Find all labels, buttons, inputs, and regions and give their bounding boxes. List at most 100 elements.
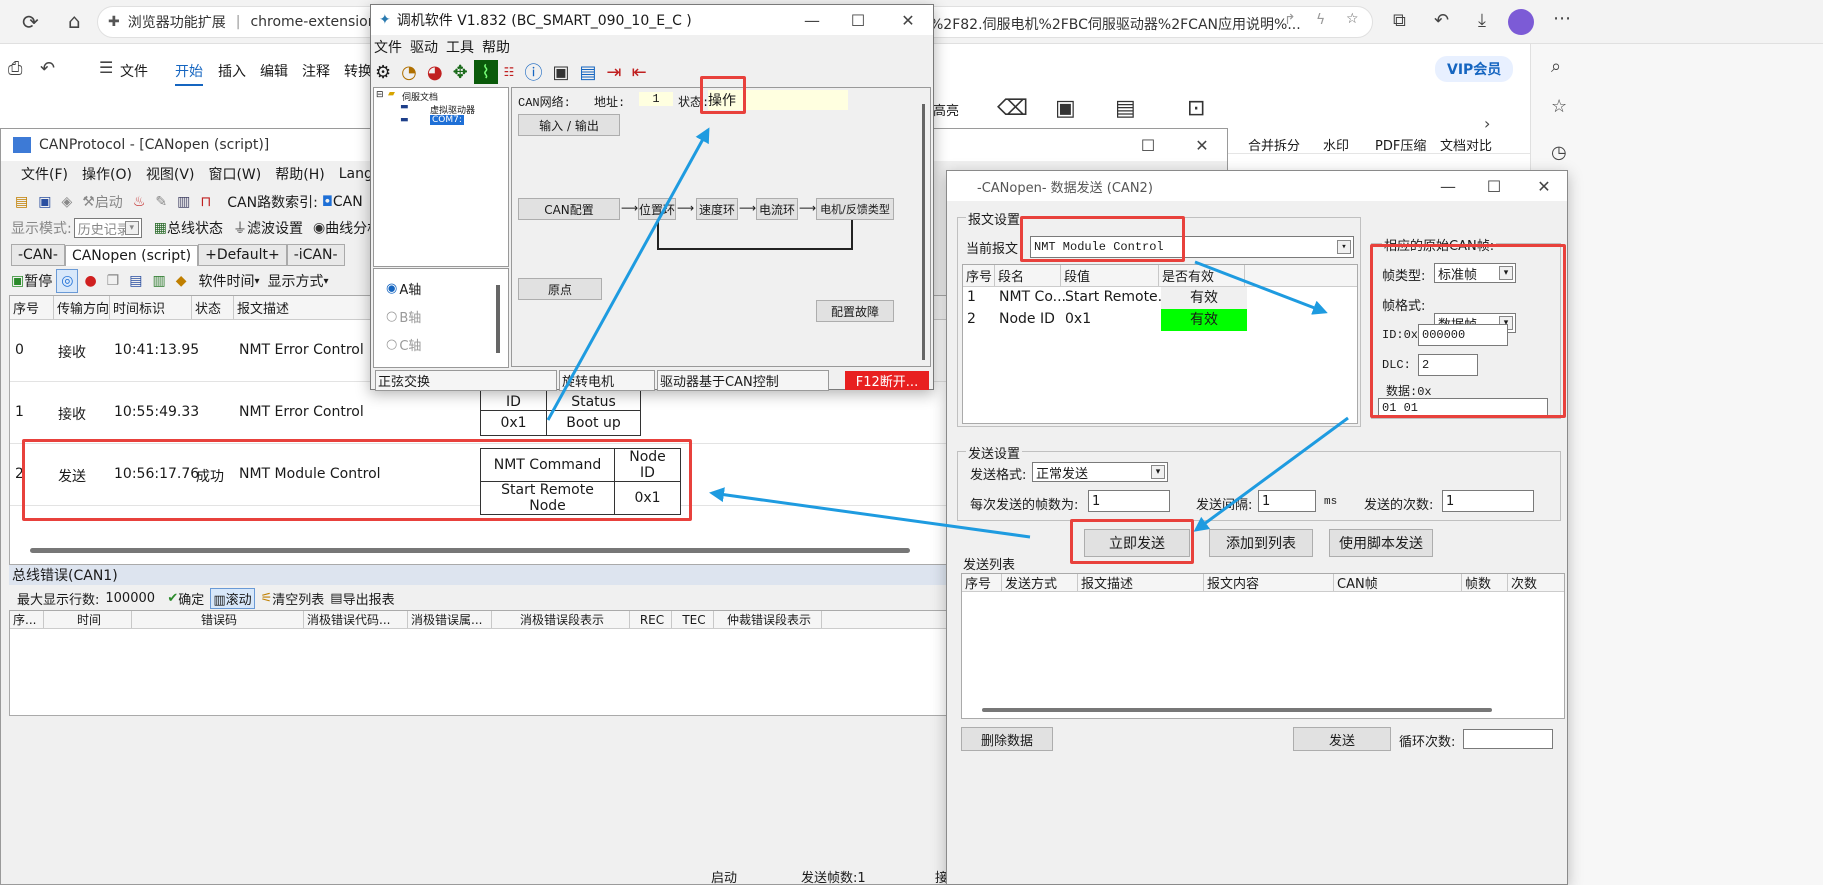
- close-icon[interactable]: ✕: [885, 5, 931, 35]
- merge-tool[interactable]: 合并拆分: [1248, 135, 1300, 154]
- upload-icon[interactable]: ⇥: [602, 60, 625, 84]
- export-report-button[interactable]: 导出报表: [343, 589, 395, 608]
- mode-select[interactable]: 历史记录 ▾: [73, 218, 142, 238]
- axis-b-radio[interactable]: ○ B轴: [386, 307, 421, 326]
- settings-icon[interactable]: ⚙: [371, 60, 395, 84]
- max-rows-input[interactable]: 100000: [105, 591, 161, 606]
- row-valid[interactable]: 有效: [1161, 309, 1247, 331]
- menu-file[interactable]: 文件: [120, 61, 148, 81]
- eraser-icon[interactable]: ⌫: [997, 96, 1028, 121]
- speedometer-icon[interactable]: ◕: [423, 60, 447, 84]
- highlight-tool[interactable]: 高亮: [933, 100, 959, 119]
- send-times-input[interactable]: 1: [1442, 490, 1534, 512]
- table-row[interactable]: 2 Node ID 0x1 有效: [963, 309, 1357, 331]
- compare-tool[interactable]: 文档对比: [1440, 135, 1492, 154]
- save-icon[interactable]: ▣: [34, 190, 55, 214]
- fault-config-button[interactable]: 配置故障: [816, 300, 894, 322]
- bus-status-button[interactable]: 总线状态: [167, 218, 223, 238]
- axis-a-radio[interactable]: ◉ A轴: [386, 279, 421, 298]
- tab-canopen[interactable]: CANopen (script): [64, 244, 199, 266]
- menu-icon[interactable]: ☰: [99, 58, 113, 77]
- menu-convert[interactable]: 转换: [344, 61, 372, 81]
- star-icon[interactable]: ☆: [1346, 11, 1359, 27]
- box-icon[interactable]: ◆: [172, 269, 191, 293]
- io-button[interactable]: 输入 / 输出: [518, 114, 620, 136]
- loop-count-input[interactable]: [1463, 729, 1553, 749]
- send-button[interactable]: 发送: [1293, 727, 1391, 751]
- bookmark-star-icon[interactable]: ☆: [1551, 96, 1567, 117]
- menu-operate[interactable]: 操作(O): [82, 164, 132, 184]
- current-loop-button[interactable]: 电流环: [756, 198, 798, 220]
- menu-drive[interactable]: 驱动: [410, 37, 438, 57]
- extensions-icon[interactable]: ⧉: [1393, 10, 1406, 31]
- gauge-icon[interactable]: ◔: [397, 60, 421, 84]
- avatar[interactable]: [1508, 9, 1534, 35]
- menu-start[interactable]: 开始: [175, 61, 203, 86]
- back-history-icon[interactable]: ↶: [1434, 10, 1449, 31]
- maximize-icon[interactable]: ☐: [1125, 129, 1171, 161]
- tab-can[interactable]: -CAN-: [11, 244, 65, 266]
- crop-icon[interactable]: ⊡: [1187, 96, 1205, 121]
- reload-icon[interactable]: ⟳: [22, 10, 39, 34]
- menu-help[interactable]: 帮助(H): [275, 164, 324, 184]
- bolt-icon[interactable]: ϟ: [1316, 12, 1325, 28]
- more-icon[interactable]: ⋯: [1553, 8, 1571, 29]
- print-icon[interactable]: ⎙: [8, 58, 22, 79]
- list-scrollbar[interactable]: [982, 708, 1492, 712]
- add-to-list-button[interactable]: 添加到列表: [1209, 529, 1313, 557]
- close-icon[interactable]: ✕: [1179, 129, 1225, 161]
- download-icon[interactable]: ⇤: [628, 60, 651, 84]
- save-icon[interactable]: ▣: [548, 60, 573, 84]
- send-format-select[interactable]: 正常发送 ▾: [1032, 462, 1168, 482]
- motor-feedback-button[interactable]: 电机/反馈类型: [816, 198, 894, 220]
- display-mode-button[interactable]: 显示方式: [268, 271, 324, 291]
- compress-tool[interactable]: PDF压缩: [1375, 135, 1426, 154]
- can-config-button[interactable]: CAN配置: [518, 198, 620, 220]
- row-valid[interactable]: 有效: [1161, 287, 1247, 309]
- menu-tools[interactable]: 工具: [446, 37, 474, 57]
- start-button[interactable]: ⚒ 启动: [78, 190, 127, 214]
- history-icon[interactable]: ◷: [1551, 142, 1567, 163]
- axis-scrollbar[interactable]: [496, 285, 500, 353]
- menu-window[interactable]: 窗口(W): [208, 164, 261, 184]
- move-icon[interactable]: ✥: [449, 60, 472, 84]
- share-icon[interactable]: ↱: [1284, 12, 1296, 28]
- menu-help[interactable]: 帮助: [482, 37, 510, 57]
- load-icon[interactable]: ▤: [575, 60, 600, 84]
- export-icon[interactable]: ▥: [148, 269, 169, 293]
- scope-icon[interactable]: ⌇: [473, 60, 498, 84]
- tag-icon[interactable]: ◈: [57, 190, 76, 214]
- save-file-icon[interactable]: ▤: [125, 269, 146, 293]
- frames-per-send-input[interactable]: 1: [1088, 490, 1170, 512]
- horizontal-scrollbar[interactable]: [30, 548, 910, 553]
- position-loop-button[interactable]: 位置环: [638, 198, 676, 220]
- table-row[interactable]: 1 NMT Co... Start Remote... 有效: [963, 287, 1357, 309]
- route-value[interactable]: CAN: [333, 194, 363, 210]
- open-icon[interactable]: ▤: [11, 190, 32, 214]
- minimize-icon[interactable]: —: [1425, 171, 1471, 201]
- vip-badge[interactable]: VIP会员: [1435, 56, 1514, 82]
- menu-file[interactable]: 文件: [374, 37, 402, 57]
- script-send-button[interactable]: 使用脚本发送: [1329, 529, 1433, 557]
- axis-c-radio[interactable]: ○ C轴: [386, 335, 421, 354]
- menu-insert[interactable]: 插入: [218, 61, 246, 81]
- tab-ican[interactable]: -iCAN-: [286, 244, 345, 266]
- clear-list-button[interactable]: 清空列表: [272, 589, 324, 608]
- connect-icon[interactable]: ✎: [151, 190, 171, 214]
- confirm-button[interactable]: 确定: [178, 589, 204, 608]
- copy-icon[interactable]: ❐: [103, 269, 124, 293]
- menu-edit[interactable]: 编辑: [260, 61, 288, 81]
- book-icon[interactable]: ▥: [173, 190, 194, 214]
- error-log-icon[interactable]: ☷: [500, 60, 519, 84]
- soft-time-button[interactable]: 软件时间: [198, 271, 254, 291]
- tree-com7[interactable]: COM7:: [430, 115, 464, 125]
- image-icon[interactable]: ▣: [1055, 96, 1076, 121]
- filter-button[interactable]: 滤波设置: [247, 218, 303, 238]
- status-disconnect[interactable]: F12断开...: [845, 370, 929, 390]
- refresh-icon[interactable]: ◎: [56, 269, 79, 293]
- plug-icon[interactable]: ♨: [129, 190, 150, 214]
- ocr-icon[interactable]: ▤: [1115, 96, 1136, 121]
- maximize-icon[interactable]: ☐: [835, 5, 881, 35]
- record-icon[interactable]: ●: [80, 269, 100, 293]
- scroll-toggle[interactable]: ▥滚动: [210, 587, 255, 609]
